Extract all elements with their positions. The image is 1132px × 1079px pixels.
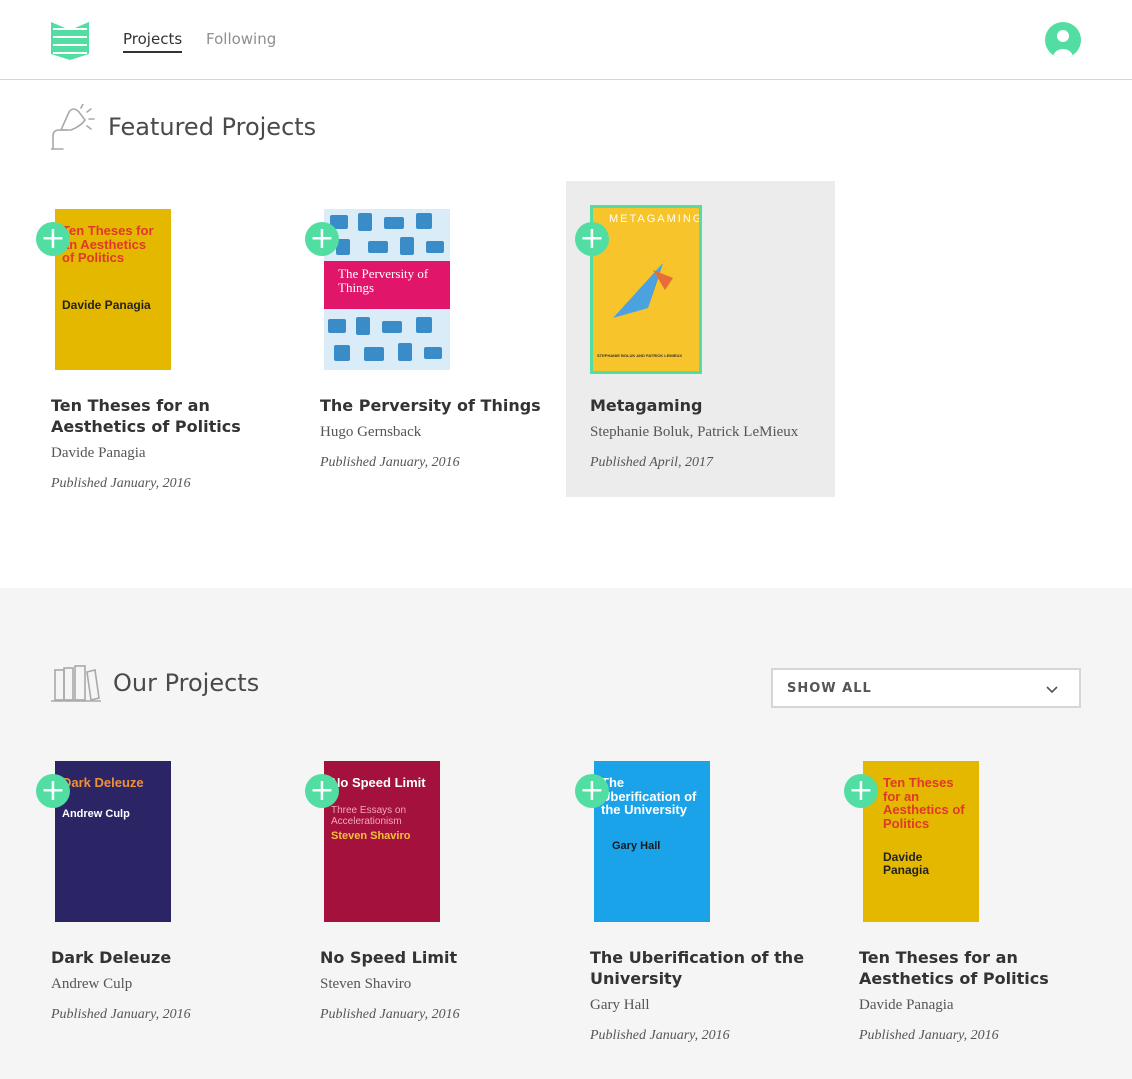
cover-author: Andrew Culp bbox=[62, 808, 130, 820]
project-author: Hugo Gernsback bbox=[320, 424, 422, 440]
add-project-button[interactable]: + bbox=[844, 774, 878, 808]
add-project-button[interactable]: + bbox=[575, 222, 609, 256]
project-title[interactable]: Metagaming bbox=[590, 395, 820, 416]
cover-title: No Speed Limit bbox=[331, 775, 426, 790]
manifold-logo-icon[interactable] bbox=[51, 20, 89, 60]
cover-title: Dark Deleuze bbox=[62, 775, 144, 790]
project-cover[interactable]: No Speed Limit Three Essays on Accelerat… bbox=[324, 761, 440, 922]
cover-title: METAGAMING bbox=[609, 213, 702, 225]
project-cover[interactable]: Ten Theses for an Aesthetics of Politics… bbox=[863, 761, 979, 922]
project-card-no-speed-limit[interactable]: No Speed Limit Three Essays on Accelerat… bbox=[305, 733, 575, 1053]
project-title[interactable]: The Uberification of the University bbox=[590, 947, 820, 989]
paper-plane-image bbox=[613, 263, 673, 318]
our-projects-heading: Our Projects bbox=[51, 664, 259, 702]
plus-icon: + bbox=[579, 221, 605, 256]
project-cover[interactable]: Ten Theses for an Aesthetics of Politics… bbox=[55, 209, 171, 370]
user-avatar-icon[interactable] bbox=[1045, 22, 1081, 58]
project-author: Stephanie Boluk, Patrick LeMieux bbox=[590, 424, 799, 440]
add-project-button[interactable]: + bbox=[36, 774, 70, 808]
project-card-ten-theses-featured[interactable]: Ten Theses for an Aesthetics of Politics… bbox=[36, 181, 306, 497]
project-author: Davide Panagia bbox=[51, 445, 146, 461]
top-nav-bar: Projects Following bbox=[0, 0, 1132, 80]
books-icon bbox=[51, 665, 101, 702]
add-project-button[interactable]: + bbox=[305, 774, 339, 808]
plus-icon: + bbox=[40, 773, 66, 808]
project-author: Steven Shaviro bbox=[320, 976, 412, 992]
project-date: Published January, 2016 bbox=[859, 1028, 999, 1043]
user-silhouette-icon bbox=[1053, 30, 1073, 58]
featured-title: Featured Projects bbox=[108, 113, 317, 141]
project-cover[interactable]: Dark Deleuze Andrew Culp bbox=[55, 761, 171, 922]
cover-author: Gary Hall bbox=[612, 840, 661, 852]
project-date: Published January, 2016 bbox=[51, 476, 191, 491]
featured-heading: Featured Projects bbox=[51, 104, 316, 150]
project-card-perversity-of-things[interactable]: The Perversity of Things + The Perversit… bbox=[305, 181, 575, 497]
filter-select[interactable]: SHOW ALL bbox=[771, 668, 1081, 708]
project-author: Andrew Culp bbox=[51, 976, 133, 992]
cover-author: STEPHANIE BOLUK AND PATRICK LEMIEUX bbox=[597, 353, 683, 358]
desk-lamp-icon bbox=[51, 104, 95, 150]
project-title[interactable]: Dark Deleuze bbox=[51, 947, 281, 968]
cover-title: The Perversity of Things bbox=[338, 266, 429, 295]
project-date: Published January, 2016 bbox=[590, 1028, 730, 1043]
nav-following[interactable]: Following bbox=[206, 30, 276, 48]
project-title[interactable]: Ten Theses for an Aesthetics of Politics bbox=[859, 947, 1089, 989]
project-author: Davide Panagia bbox=[859, 997, 954, 1013]
plus-icon: + bbox=[309, 773, 335, 808]
add-project-button[interactable]: + bbox=[36, 222, 70, 256]
filter-select-value: SHOW ALL bbox=[787, 680, 872, 696]
plus-icon: + bbox=[848, 773, 874, 808]
project-card-ten-theses[interactable]: Ten Theses for an Aesthetics of Politics… bbox=[844, 733, 1114, 1053]
project-card-dark-deleuze[interactable]: Dark Deleuze Andrew Culp + Dark Deleuze … bbox=[36, 733, 306, 1053]
cover-author: Davide Panagia bbox=[883, 850, 930, 877]
project-date: Published January, 2016 bbox=[320, 1007, 460, 1022]
cover-author: Davide Panagia bbox=[62, 298, 151, 312]
project-card-uberification[interactable]: The Uberification of the University Gary… bbox=[575, 733, 845, 1053]
project-title[interactable]: Ten Theses for an Aesthetics of Politics bbox=[51, 395, 281, 437]
project-author: Gary Hall bbox=[590, 997, 650, 1013]
plus-icon: + bbox=[309, 221, 335, 256]
cover-title: Ten Theses for an Aesthetics of Politics bbox=[883, 775, 965, 831]
project-title[interactable]: No Speed Limit bbox=[320, 947, 550, 968]
project-cover[interactable]: The Perversity of Things bbox=[324, 209, 450, 370]
cover-title: The Uberification of the University bbox=[601, 775, 697, 818]
plus-icon: + bbox=[579, 773, 605, 808]
cover-title: Ten Theses for an Aesthetics of Politics bbox=[62, 223, 154, 266]
add-project-button[interactable]: + bbox=[575, 774, 609, 808]
add-project-button[interactable]: + bbox=[305, 222, 339, 256]
chevron-down-icon bbox=[1046, 686, 1058, 694]
project-cover[interactable]: The Uberification of the University Gary… bbox=[594, 761, 710, 922]
project-date: Published April, 2017 bbox=[590, 455, 714, 470]
project-card-metagaming[interactable]: METAGAMING STEPHANIE BOLUK AND PATRICK L… bbox=[566, 181, 835, 497]
cover-subtitle: Three Essays on Accelerationism bbox=[331, 805, 407, 827]
our-projects-title: Our Projects bbox=[113, 669, 260, 697]
cover-author: Steven Shaviro bbox=[331, 830, 411, 842]
project-date: Published January, 2016 bbox=[320, 455, 460, 470]
plus-icon: + bbox=[40, 221, 66, 256]
project-title[interactable]: The Perversity of Things bbox=[320, 395, 550, 416]
nav-projects[interactable]: Projects bbox=[123, 30, 183, 53]
project-date: Published January, 2016 bbox=[51, 1007, 191, 1022]
